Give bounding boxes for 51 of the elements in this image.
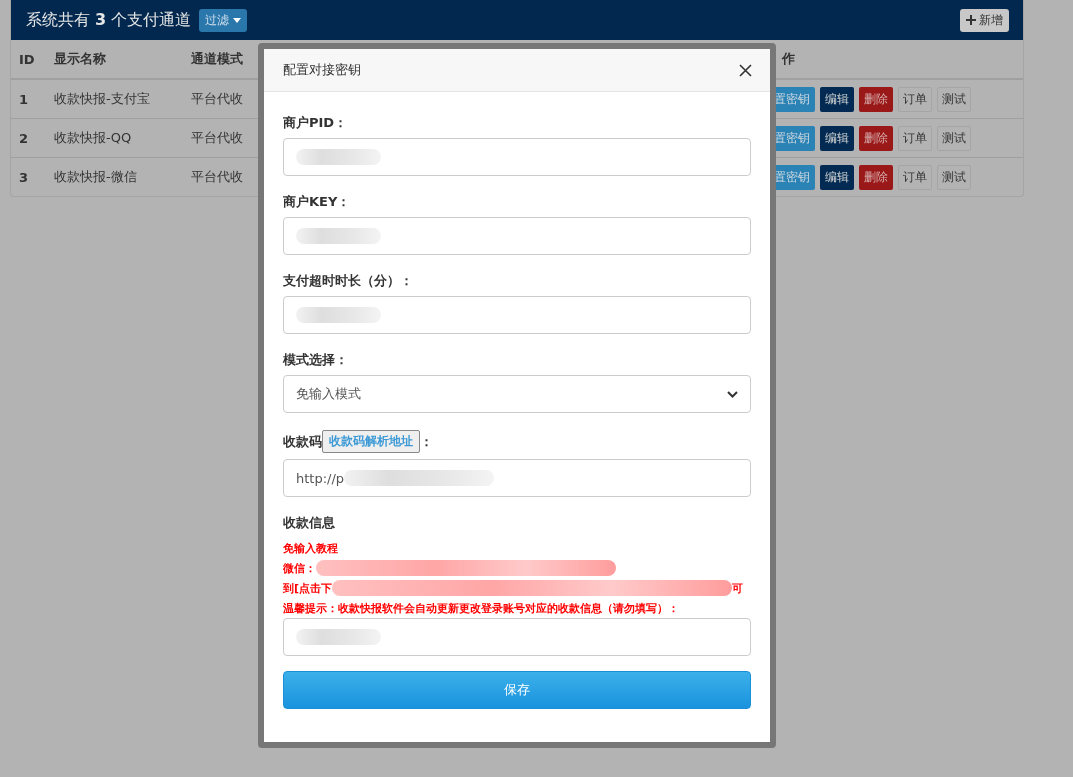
table-cell-text: 收款快报-微信 [54, 168, 138, 186]
action-button[interactable]: 编辑 [820, 86, 854, 112]
table-cell-text: 平台代收 [191, 129, 244, 147]
column-header: 通道模式 [191, 50, 244, 68]
table-cell-text: 1 [18, 91, 30, 107]
field-label: 商户PID： [283, 114, 348, 132]
input-field[interactable] [283, 618, 751, 656]
action-button[interactable]: 删除 [859, 125, 893, 151]
hint-text: 可 [732, 580, 744, 596]
action-button[interactable]: 编辑 [820, 125, 854, 151]
table-cell-text: 收款快报-支付宝 [54, 90, 151, 108]
action-button[interactable]: 订单 [898, 86, 932, 112]
field-label: 收款码 [283, 432, 322, 451]
filter-button[interactable]: 过滤 [199, 8, 248, 32]
column-header: 显示名称 [54, 50, 107, 68]
action-button[interactable]: 测试 [937, 86, 971, 112]
field-label: 支付超时时长（分）： [283, 272, 413, 290]
hint-text: 温馨提示：收款快报软件会自动更新更改登录账号对应的收款信息（请勿填写）： [283, 600, 679, 616]
hint-text: 免输入教程 [283, 540, 338, 556]
label-colon: ： [420, 432, 433, 451]
field-label: 收款信息 [283, 514, 335, 532]
add-button[interactable]: 新增 [960, 8, 1009, 32]
action-button[interactable]: 测试 [937, 164, 971, 190]
action-button[interactable]: 订单 [898, 164, 932, 190]
table-cell-text: 平台代收 [191, 168, 244, 186]
field-label: 商户KEY： [283, 193, 351, 211]
caret-icon [233, 17, 242, 23]
action-button[interactable]: 编辑 [820, 164, 854, 190]
action-button[interactable]: 删除 [859, 164, 893, 190]
action-button[interactable]: 删除 [859, 86, 893, 112]
hint-text: 到[点击下 [283, 580, 333, 596]
input-field[interactable] [283, 217, 751, 255]
close-icon[interactable] [739, 63, 752, 77]
hint-text: 微信： [283, 560, 316, 576]
table-cell-text: 3 [18, 169, 30, 185]
table-cell-text: 2 [18, 130, 30, 146]
plus-icon [966, 15, 976, 25]
table-cell-text: 平台代收 [191, 90, 244, 108]
modal-title: 配置对接密钥 [283, 61, 361, 79]
column-header: 作 [780, 50, 796, 68]
input-field[interactable] [283, 138, 751, 176]
panel-title: 系统共有 3 个支付通道 [26, 9, 192, 31]
mode-select[interactable]: 免输入模式 [283, 375, 751, 413]
field-label: 模式选择： [283, 351, 348, 369]
input-field[interactable]: http://p [283, 459, 751, 497]
chevron-icon [727, 390, 738, 398]
action-button[interactable]: 测试 [937, 125, 971, 151]
table-cell-text: 收款快报-QQ [54, 129, 133, 147]
column-header: ID [18, 51, 36, 67]
action-button[interactable]: 订单 [898, 125, 932, 151]
input-field[interactable] [283, 296, 751, 334]
